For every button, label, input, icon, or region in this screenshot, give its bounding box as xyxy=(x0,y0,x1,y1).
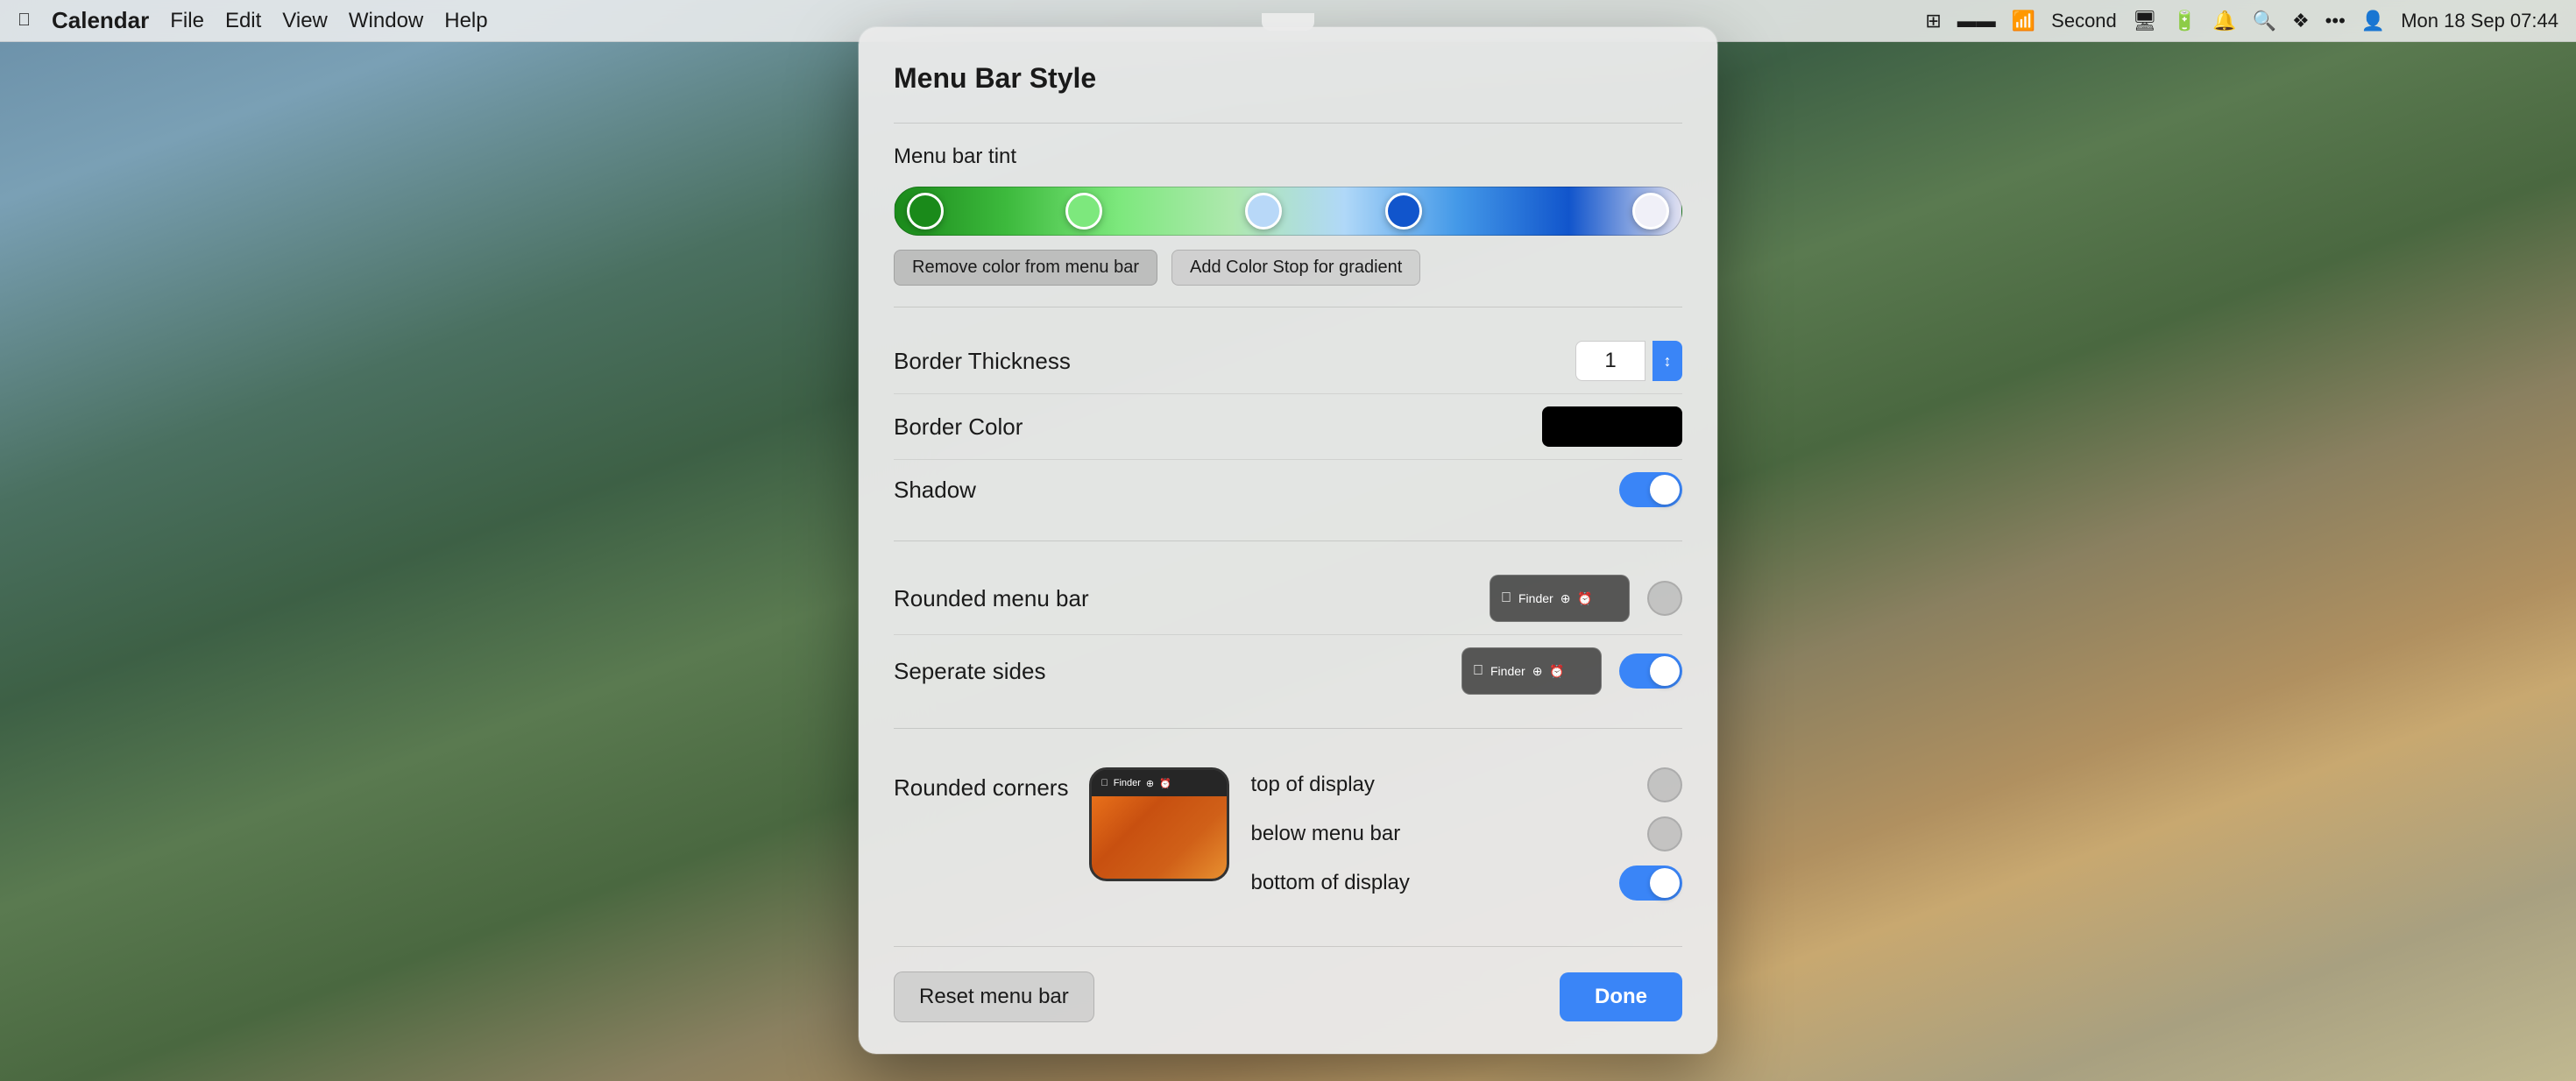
thickness-value: 1 xyxy=(1575,341,1645,381)
color-stop-green-dark[interactable] xyxy=(907,193,944,230)
below-menu-bar-label: below menu bar xyxy=(1250,822,1400,846)
rounded-corners-label: Rounded corners xyxy=(894,767,1068,802)
remove-color-button[interactable]: Remove color from menu bar xyxy=(894,250,1157,286)
phone-apple-icon:  xyxy=(1100,778,1108,788)
top-of-display-row: top of display xyxy=(1250,767,1682,802)
rounded-menu-bar-toggle[interactable] xyxy=(1647,581,1682,616)
dialog-overlay: Menu Bar Style Menu bar tint Remove colo… xyxy=(0,0,2576,1081)
shadow-toggle[interactable] xyxy=(1619,472,1682,507)
shadow-label: Shadow xyxy=(894,477,1619,504)
rounded-menu-bar-preview:  Finder ⊕ ⏰ xyxy=(1490,575,1630,622)
corner-options: top of display below menu bar bottom of … xyxy=(1250,767,1682,901)
tint-gradient-bar[interactable] xyxy=(894,187,1682,236)
bottom-of-display-row: bottom of display xyxy=(1250,866,1682,901)
border-color-row: Border Color xyxy=(894,393,1682,459)
phone-wallpaper xyxy=(1092,796,1227,879)
separate-sides-row: Seperate sides  Finder ⊕ ⏰ xyxy=(894,634,1682,707)
rounded-corners-section: Rounded corners  Finder ⊕ ⏰ top of disp… xyxy=(894,728,1682,939)
preview-finder-text: Finder xyxy=(1518,591,1553,605)
rounded-menu-bar-label: Rounded menu bar xyxy=(894,585,1490,612)
color-stop-blue-light[interactable] xyxy=(1245,193,1282,230)
stepper-arrow-icon: ↕ xyxy=(1664,353,1672,369)
separate-sides-toggle[interactable] xyxy=(1619,654,1682,689)
border-color-swatch[interactable] xyxy=(1542,406,1682,447)
preview-apple-icon2:  xyxy=(1473,663,1483,679)
phone-clock-icon: ⏰ xyxy=(1159,778,1171,789)
dialog-title: Menu Bar Style xyxy=(894,62,1682,95)
color-stop-white[interactable] xyxy=(1632,193,1669,230)
phone-finder-text: Finder xyxy=(1114,778,1141,788)
menu-bar-style-dialog: Menu Bar Style Menu bar tint Remove colo… xyxy=(859,27,1717,1054)
tint-label: Menu bar tint xyxy=(894,145,1682,169)
top-of-display-toggle[interactable] xyxy=(1647,767,1682,802)
dialog-notch xyxy=(1262,13,1314,31)
bottom-of-display-toggle[interactable] xyxy=(1619,866,1682,901)
thickness-control: 1 ↕ xyxy=(1575,341,1682,381)
below-menu-bar-toggle[interactable] xyxy=(1647,816,1682,851)
preview-clock-icon: ⏰ xyxy=(1577,591,1592,606)
rounded-menu-bar-row: Rounded menu bar  Finder ⊕ ⏰ xyxy=(894,562,1682,634)
reset-menu-bar-button[interactable]: Reset menu bar xyxy=(894,971,1094,1022)
preview-finder-text2: Finder xyxy=(1490,664,1525,678)
below-menu-bar-row: below menu bar xyxy=(1250,816,1682,851)
preview-wifi-icon2: ⊕ xyxy=(1532,664,1543,679)
separate-sides-preview:  Finder ⊕ ⏰ xyxy=(1461,647,1602,695)
phone-menu-bar:  Finder ⊕ ⏰ xyxy=(1092,770,1227,796)
add-color-stop-button[interactable]: Add Color Stop for gradient xyxy=(1171,250,1420,286)
tint-buttons: Remove color from menu bar Add Color Sto… xyxy=(894,250,1682,286)
top-of-display-label: top of display xyxy=(1250,773,1374,797)
bottom-of-display-toggle-thumb xyxy=(1650,868,1680,898)
rounded-section: Rounded menu bar  Finder ⊕ ⏰ Seperate s… xyxy=(894,540,1682,728)
rounded-corners-row: Rounded corners  Finder ⊕ ⏰ top of disp… xyxy=(894,750,1682,918)
border-thickness-row: Border Thickness 1 ↕ xyxy=(894,329,1682,393)
thickness-stepper[interactable]: ↕ xyxy=(1652,341,1682,381)
preview-clock-icon2: ⏰ xyxy=(1549,664,1564,679)
shadow-row: Shadow xyxy=(894,459,1682,519)
done-button[interactable]: Done xyxy=(1560,972,1682,1021)
separate-sides-toggle-thumb xyxy=(1650,656,1680,686)
phone-wifi-icon: ⊕ xyxy=(1146,778,1154,789)
bottom-of-display-label: bottom of display xyxy=(1250,871,1409,895)
dialog-footer: Reset menu bar Done xyxy=(894,946,1682,1022)
tint-section: Menu bar tint Remove color from menu bar… xyxy=(894,123,1682,307)
border-thickness-label: Border Thickness xyxy=(894,348,1575,375)
shadow-toggle-thumb xyxy=(1650,475,1680,505)
color-stop-green-mid[interactable] xyxy=(1065,193,1102,230)
border-shadow-section: Border Thickness 1 ↕ Border Color Shadow xyxy=(894,307,1682,540)
separate-sides-label: Seperate sides xyxy=(894,658,1461,685)
preview-wifi-icon: ⊕ xyxy=(1560,591,1571,606)
border-color-label: Border Color xyxy=(894,413,1542,441)
color-stop-blue-dark[interactable] xyxy=(1385,193,1422,230)
phone-preview:  Finder ⊕ ⏰ xyxy=(1089,767,1229,881)
preview-apple-icon:  xyxy=(1501,590,1511,606)
